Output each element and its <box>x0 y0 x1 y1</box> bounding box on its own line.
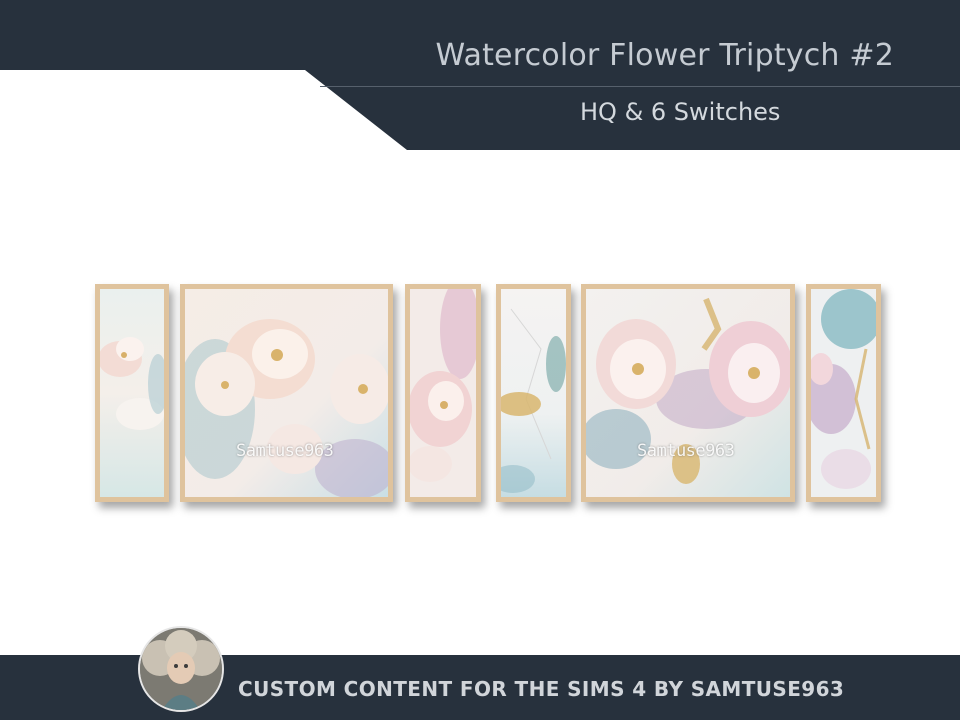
flower-painting-3 <box>410 289 476 497</box>
painting-frame-3 <box>405 284 481 502</box>
avatar <box>138 626 224 712</box>
flower-painting-4 <box>501 289 566 497</box>
painting-frame-5: Samtuse963 <box>581 284 795 502</box>
painting-frame-6 <box>806 284 881 502</box>
flower-painting-6 <box>811 289 876 497</box>
watermark-text: Samtuse963 <box>637 441 735 461</box>
painting-frame-4 <box>496 284 571 502</box>
painting-gallery: Samtuse963 Samtuse963 <box>0 0 960 720</box>
flower-painting-5 <box>586 289 790 497</box>
flower-painting-2 <box>185 289 388 497</box>
painting-frame-1 <box>95 284 169 502</box>
painting-frame-2: Samtuse963 <box>180 284 393 502</box>
watermark-text: Samtuse963 <box>236 441 334 461</box>
doll-avatar-icon <box>140 628 222 710</box>
flower-painting-1 <box>100 289 164 497</box>
footer-credit: CUSTOM CONTENT FOR THE SIMS 4 BY SAMTUSE… <box>238 677 845 701</box>
